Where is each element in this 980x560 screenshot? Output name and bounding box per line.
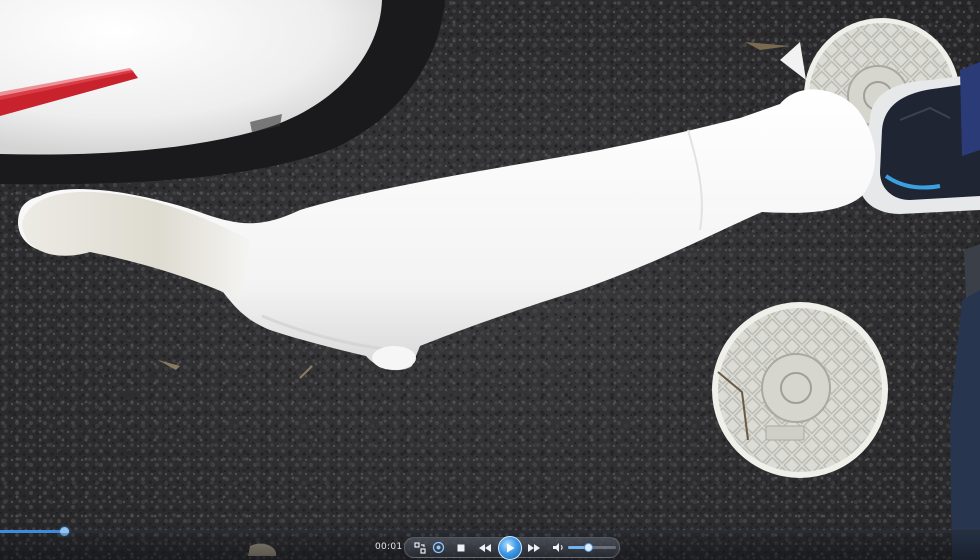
stop-icon	[457, 544, 465, 551]
shuffle-button[interactable]	[430, 540, 446, 555]
stop-button[interactable]	[453, 540, 469, 555]
mute-button[interactable]	[550, 540, 566, 555]
shuffle-icon	[432, 541, 444, 554]
fast-forward-icon	[528, 543, 540, 552]
play-icon	[507, 543, 515, 553]
previous-button[interactable]	[477, 540, 493, 555]
elapsed-time: 00:01	[375, 542, 403, 552]
volume-handle[interactable]	[584, 543, 593, 552]
rewind-icon	[479, 543, 491, 552]
play-button[interactable]	[498, 536, 522, 560]
switch-to-library-button[interactable]	[412, 540, 428, 555]
switch-view-icon	[414, 541, 426, 554]
video-image	[0, 0, 980, 560]
video-frame[interactable]	[0, 0, 980, 560]
speaker-icon	[552, 543, 563, 552]
next-button[interactable]	[526, 540, 542, 555]
volume-slider[interactable]	[568, 543, 616, 552]
